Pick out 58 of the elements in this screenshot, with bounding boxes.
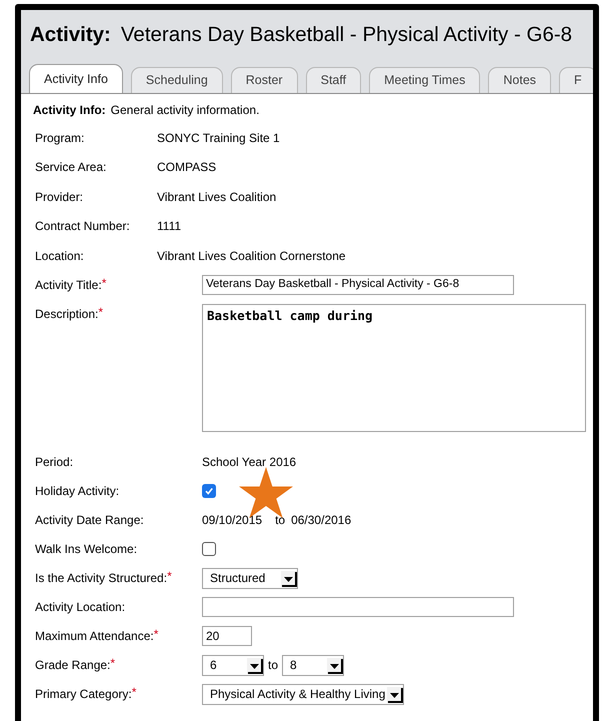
field-label: Contract Number: bbox=[35, 218, 130, 235]
section-description: General activity information. bbox=[110, 102, 260, 119]
tab[interactable]: Roster bbox=[230, 67, 298, 93]
field-value: School Year 2016 bbox=[202, 454, 296, 471]
field-label: Activity Location: bbox=[35, 599, 126, 616]
text-input[interactable]: 20 bbox=[202, 626, 252, 646]
field-label: Provider: bbox=[35, 188, 84, 206]
window-title-label: Activity: bbox=[30, 22, 111, 48]
required-asterisk: * bbox=[154, 626, 158, 643]
field-label: Service Area: bbox=[35, 159, 106, 176]
dropdown[interactable]: Physical Activity & Healthy Living bbox=[202, 684, 404, 704]
required-asterisk: * bbox=[102, 275, 106, 292]
dropdown[interactable]: 8 bbox=[282, 654, 344, 676]
field-label: Maximum Attendance: bbox=[35, 628, 154, 645]
description-textarea[interactable]: Basketball camp during bbox=[202, 304, 586, 432]
tab[interactable]: Activity Info bbox=[29, 64, 123, 93]
field-value: SONYC Training Site 1 bbox=[157, 130, 280, 146]
text-input[interactable]: Veterans Day Basketball - Physical Activity - G6-8 bbox=[202, 275, 514, 295]
field-label: Grade Range: bbox=[35, 657, 110, 674]
required-asterisk: * bbox=[98, 304, 104, 321]
field-value: 1111 bbox=[157, 218, 182, 235]
range-joiner: to bbox=[275, 512, 286, 529]
checkbox[interactable] bbox=[202, 484, 216, 498]
field-label: Activity Title: bbox=[35, 277, 102, 294]
date-value: 09/10/2015 bbox=[202, 512, 262, 529]
field-label: Description: bbox=[35, 306, 98, 323]
required-asterisk: * bbox=[167, 568, 172, 585]
tab[interactable]: Meeting Times bbox=[369, 67, 480, 93]
field-value: COMPASS bbox=[157, 159, 216, 176]
required-asterisk: * bbox=[110, 655, 116, 672]
required-asterisk: * bbox=[132, 684, 136, 701]
field-label: Primary Category: bbox=[35, 686, 132, 703]
checkbox[interactable] bbox=[202, 542, 216, 556]
field-label: Program: bbox=[35, 130, 84, 146]
field-value: Vibrant Lives Coalition bbox=[157, 188, 276, 206]
field-label: Walk Ins Welcome: bbox=[35, 541, 138, 558]
field-label: Period: bbox=[35, 454, 74, 471]
tab[interactable]: Scheduling bbox=[130, 67, 223, 93]
date-value: 06/30/2016 bbox=[291, 512, 352, 529]
tab[interactable]: Staff bbox=[306, 67, 362, 93]
field-value: Vibrant Lives Coalition Cornerstone bbox=[157, 248, 346, 264]
section-label: Activity Info: bbox=[33, 102, 106, 119]
field-label: Location: bbox=[35, 248, 84, 264]
tab[interactable]: F bbox=[559, 67, 593, 93]
dropdown-arrow-icon bbox=[327, 658, 344, 674]
dropdown[interactable]: 6 bbox=[202, 654, 264, 676]
dropdown[interactable]: Structured bbox=[202, 568, 298, 588]
dropdown-arrow-icon bbox=[247, 658, 263, 674]
range-joiner: to bbox=[268, 657, 278, 674]
field-label: Activity Date Range: bbox=[35, 512, 144, 529]
field-label: Holiday Activity: bbox=[35, 483, 120, 500]
dropdown-arrow-icon bbox=[387, 686, 404, 702]
dropdown-arrow-icon bbox=[281, 570, 297, 586]
checkmark-icon bbox=[204, 486, 214, 496]
window-title: Veterans Day Basketball - Physical Activity - G6-8 bbox=[120, 22, 572, 48]
field-label: Is the Activity Structured: bbox=[35, 570, 168, 587]
text-input[interactable] bbox=[202, 597, 514, 617]
tab[interactable]: Notes bbox=[488, 67, 552, 93]
